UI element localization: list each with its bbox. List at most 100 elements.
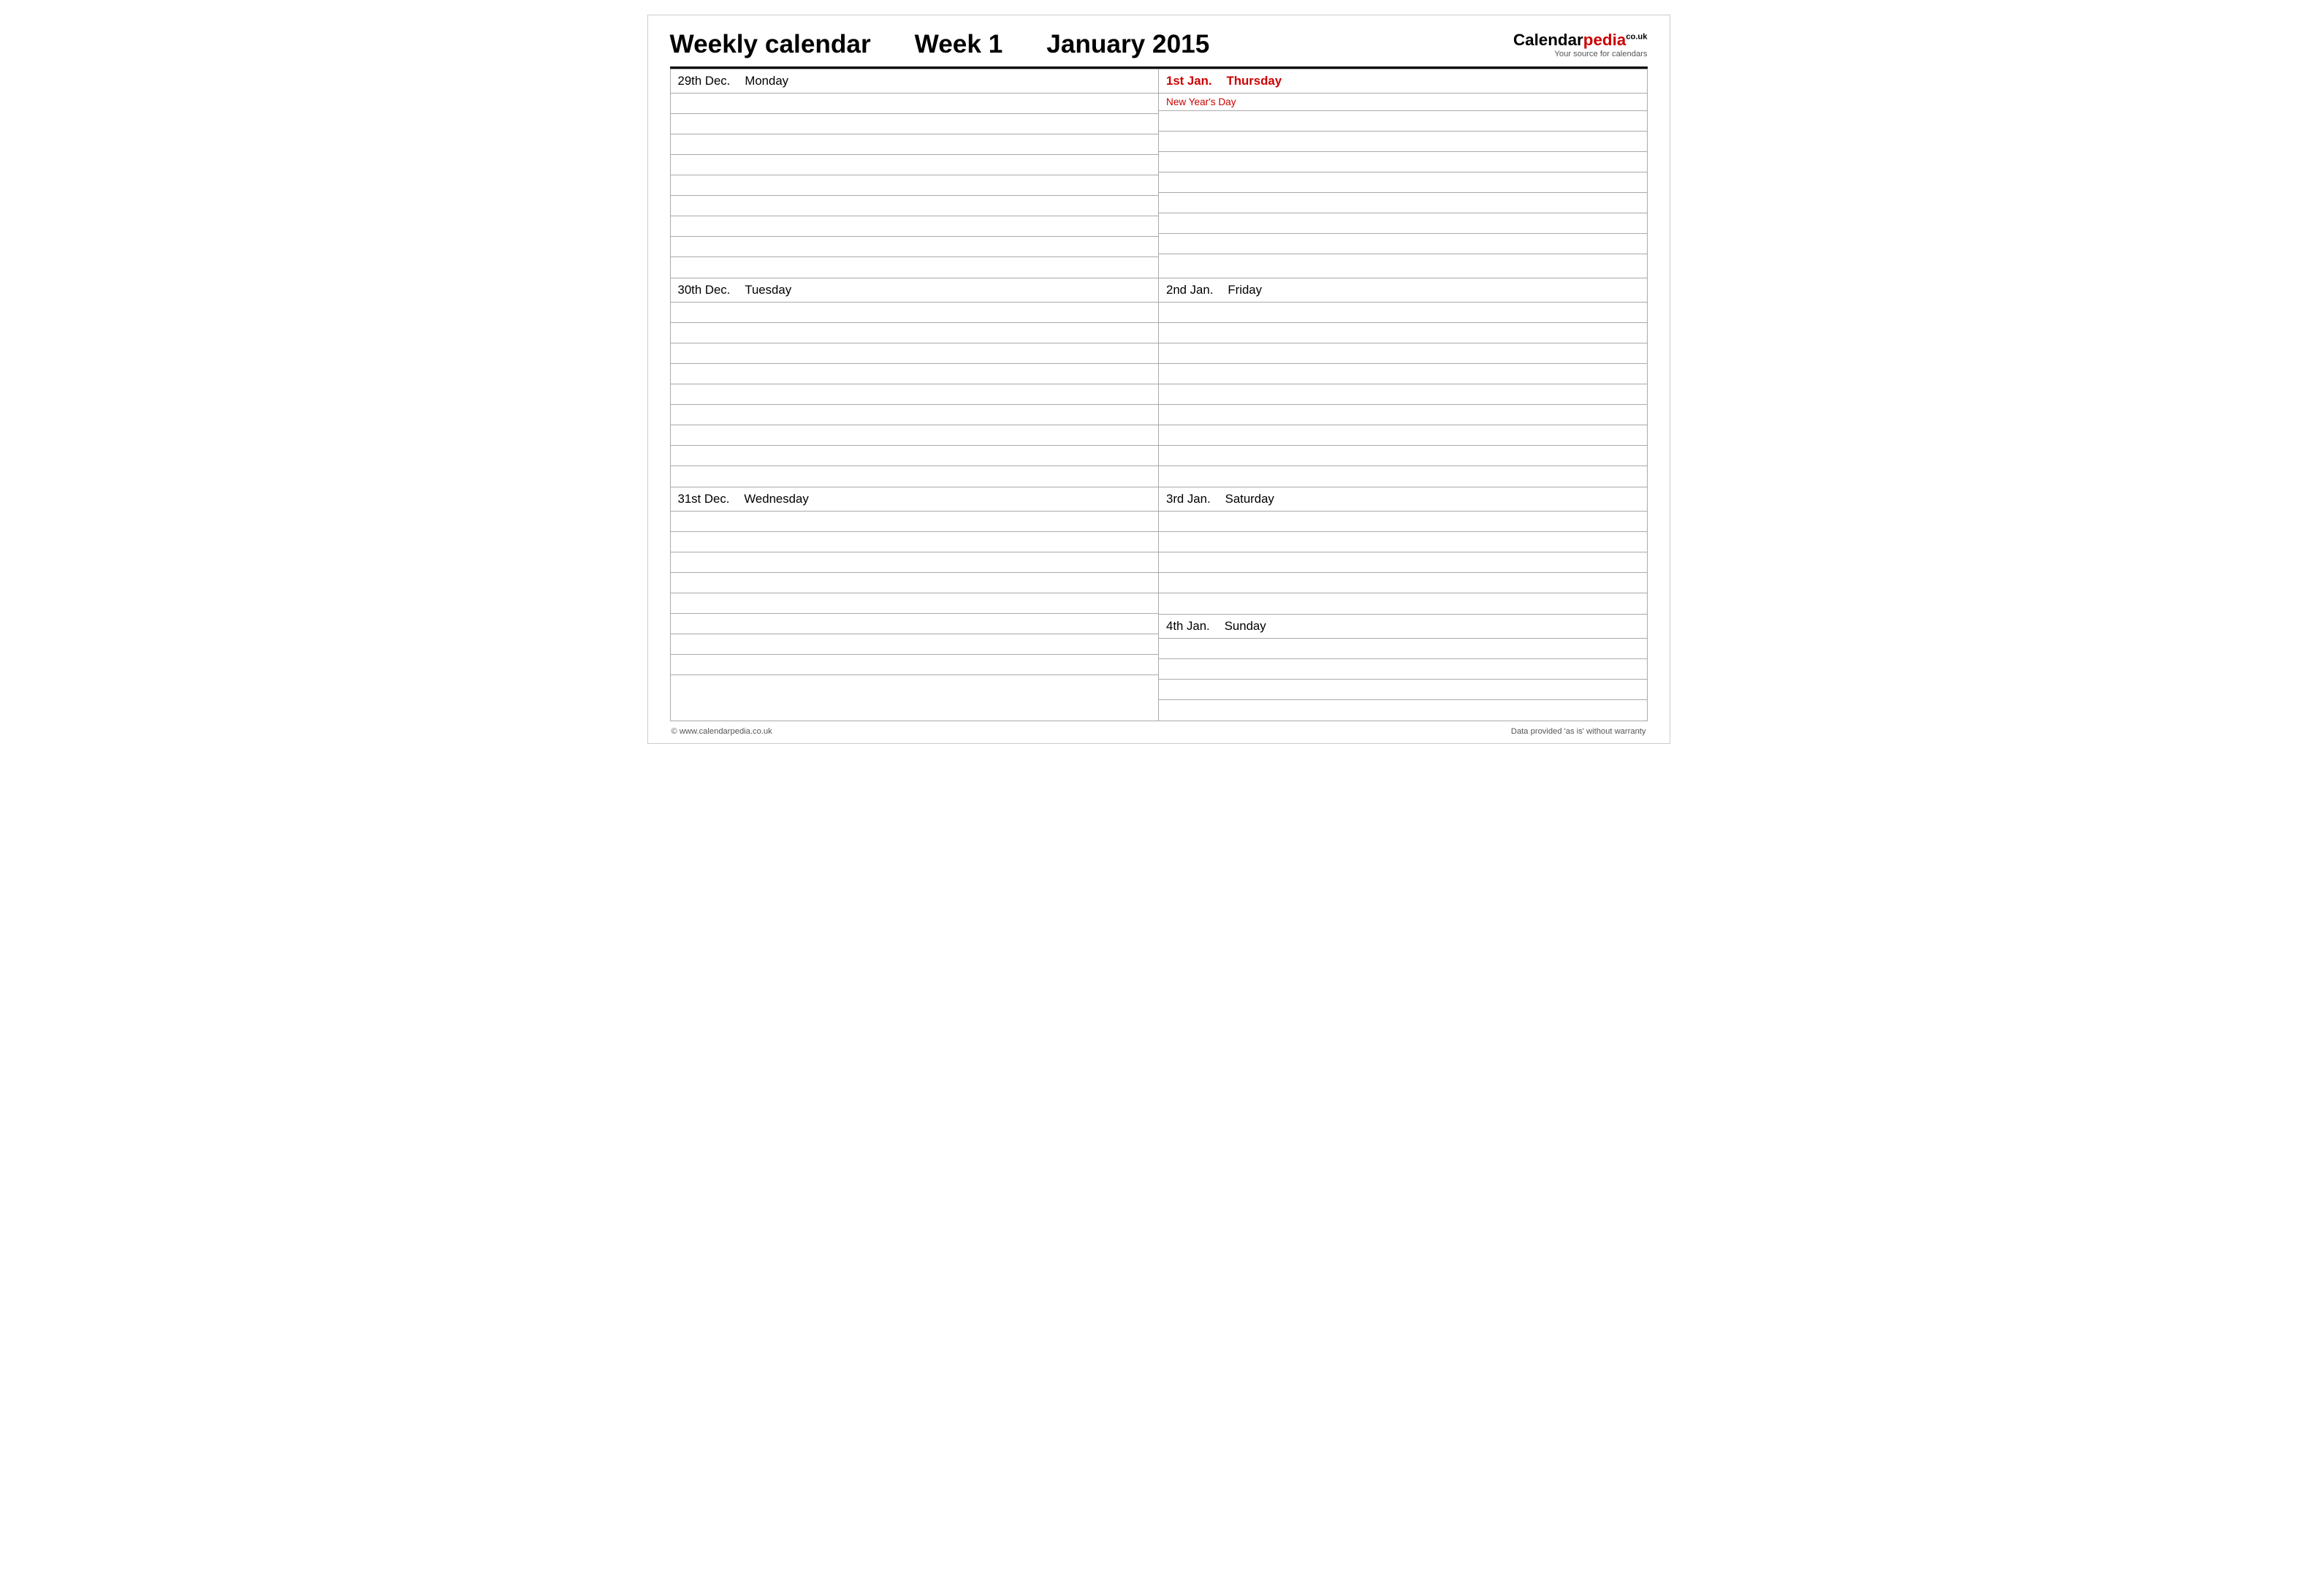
line-row — [671, 634, 1159, 655]
day-cell-wed: 31st Dec. Wednesday — [670, 487, 1159, 721]
day-section-tue: 30th Dec. Tuesday — [671, 278, 1159, 487]
line-row — [1159, 532, 1647, 552]
line-row — [671, 237, 1159, 257]
line-row — [1159, 446, 1647, 466]
line-row — [1159, 172, 1647, 193]
day-date-sat: 3rd Jan. — [1166, 492, 1211, 506]
line-row — [671, 552, 1159, 573]
day-date-mon: 29th Dec. — [678, 74, 731, 88]
logo-brand: Calendarpediaco.uk — [1513, 31, 1648, 50]
line-row — [1159, 343, 1647, 364]
line-row — [1159, 680, 1647, 700]
day-section-mon: 29th Dec. Monday — [671, 69, 1159, 278]
line-row — [1159, 213, 1647, 234]
line-row — [671, 384, 1159, 405]
day-name-fri: Friday — [1228, 283, 1262, 297]
line-row — [671, 175, 1159, 196]
line-row — [671, 532, 1159, 552]
day-header-wed: 31st Dec. Wednesday — [671, 487, 1159, 512]
day-cell-tue: 30th Dec. Tuesday — [670, 278, 1159, 487]
day-header-tue: 30th Dec. Tuesday — [671, 278, 1159, 303]
day-section-sat: 3rd Jan. Saturday — [1159, 487, 1647, 614]
footer-website: © www.calendarpedia.co.uk — [671, 727, 772, 736]
line-row — [671, 655, 1159, 675]
day-header-thu: 1st Jan. Thursday — [1159, 69, 1647, 94]
day-header-fri: 2nd Jan. Friday — [1159, 278, 1647, 303]
day-header-sat: 3rd Jan. Saturday — [1159, 487, 1647, 512]
line-row — [1159, 303, 1647, 323]
day-section-wed: 31st Dec. Wednesday — [671, 487, 1159, 696]
line-row — [671, 343, 1159, 364]
page-header: Weekly calendar Week 1 January 2015 Cale… — [670, 30, 1648, 59]
line-row — [671, 134, 1159, 155]
line-row — [671, 446, 1159, 466]
day-name-wed: Wednesday — [744, 492, 808, 506]
calendar-row-1: 29th Dec. Monday 1st Ja — [670, 69, 1647, 278]
page-title: Weekly calendar — [670, 30, 871, 59]
day-date-wed: 31st Dec. — [678, 492, 730, 506]
line-row — [1159, 659, 1647, 680]
day-header-mon: 29th Dec. Monday — [671, 69, 1159, 94]
header-left: Weekly calendar Week 1 January 2015 — [670, 30, 1210, 59]
line-row — [1159, 700, 1647, 721]
line-row — [1159, 384, 1647, 405]
line-row — [1159, 111, 1647, 132]
logo-part2: pedia — [1583, 31, 1626, 49]
line-row — [671, 425, 1159, 446]
line-row — [1159, 512, 1647, 532]
line-row — [1159, 466, 1647, 487]
line-row — [1159, 552, 1647, 573]
day-section-fri: 2nd Jan. Friday — [1159, 278, 1647, 487]
day-name-mon: Monday — [745, 74, 788, 88]
day-date-tue: 30th Dec. — [678, 283, 731, 297]
calendar-grid: 29th Dec. Monday 1st Ja — [670, 69, 1648, 721]
page-footer: © www.calendarpedia.co.uk Data provided … — [670, 727, 1648, 736]
line-row — [1159, 234, 1647, 254]
line-row — [1159, 593, 1647, 614]
logo-superscript: co.uk — [1626, 33, 1647, 42]
day-cell-fri: 2nd Jan. Friday — [1159, 278, 1648, 487]
day-name-thu: Thursday — [1227, 74, 1282, 88]
line-row — [671, 466, 1159, 487]
line-row — [671, 155, 1159, 175]
line-row — [671, 405, 1159, 425]
footer-disclaimer: Data provided 'as is' without warranty — [1511, 727, 1646, 736]
line-row — [671, 593, 1159, 614]
line-row — [1159, 132, 1647, 152]
line-row — [671, 675, 1159, 696]
day-date-thu: 1st Jan. — [1166, 74, 1212, 88]
calendar-page: Weekly calendar Week 1 January 2015 Cale… — [647, 15, 1670, 744]
day-header-sun: 4th Jan. Sunday — [1159, 615, 1647, 639]
line-row — [1159, 639, 1647, 659]
line-row — [1159, 405, 1647, 425]
line-row — [671, 196, 1159, 216]
calendar-row-2: 30th Dec. Tuesday 2nd J — [670, 278, 1647, 487]
day-name-sat: Saturday — [1225, 492, 1274, 506]
line-row — [1159, 573, 1647, 593]
day-cell-sat: 3rd Jan. Saturday — [1159, 487, 1648, 615]
day-section-sun: 4th Jan. Sunday — [1159, 615, 1647, 721]
logo-area: Calendarpediaco.uk Your source for calen… — [1513, 31, 1648, 58]
line-row — [671, 364, 1159, 384]
day-cell-thu: 1st Jan. Thursday New Year's Day — [1159, 69, 1648, 278]
day-cell-sun: 4th Jan. Sunday — [1159, 615, 1648, 721]
line-row — [1159, 364, 1647, 384]
line-row — [1159, 254, 1647, 275]
line-row — [671, 573, 1159, 593]
line-row — [671, 512, 1159, 532]
line-row — [671, 614, 1159, 634]
day-date-fri: 2nd Jan. — [1166, 283, 1213, 297]
line-row — [1159, 323, 1647, 343]
line-row — [671, 94, 1159, 114]
line-row — [671, 323, 1159, 343]
day-section-thu: 1st Jan. Thursday New Year's Day — [1159, 69, 1647, 275]
line-row — [671, 216, 1159, 237]
week-label: Week 1 — [915, 30, 1003, 59]
day-name-sun: Sunday — [1225, 619, 1266, 634]
line-row — [671, 114, 1159, 134]
day-cell-mon: 29th Dec. Monday — [670, 69, 1159, 278]
holiday-row-thu: New Year's Day — [1159, 94, 1647, 111]
line-row — [1159, 193, 1647, 213]
line-row — [671, 303, 1159, 323]
day-date-sun: 4th Jan. — [1166, 619, 1210, 634]
